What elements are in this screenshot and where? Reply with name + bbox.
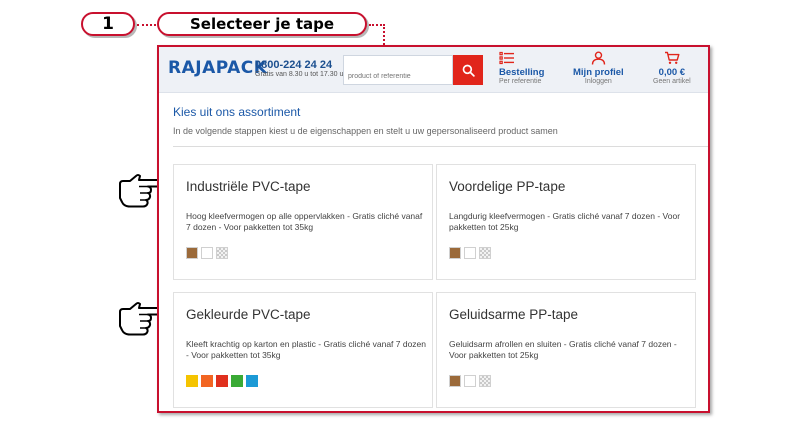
profile-label: Mijn profiel (573, 67, 624, 78)
swatch-white[interactable] (464, 375, 476, 387)
swatch-brown[interactable] (449, 247, 461, 259)
product-title[interactable]: Voordelige PP-tape (449, 179, 565, 194)
order-sub: Per referentie (499, 78, 542, 85)
phone-number: 0800-224 24 24 (255, 59, 333, 71)
user-icon (591, 51, 606, 65)
product-card-gekleurde-pvc[interactable]: Gekleurde PVC-tape Kleeft krachtig op ka… (173, 292, 433, 408)
assortment-description: In de volgende stappen kiest u de eigens… (173, 126, 558, 136)
website-screenshot: RAJAPACK 0800-224 24 24 Gratis van 8.30 … (157, 45, 710, 413)
search-input[interactable] (343, 55, 453, 85)
cart-icon (664, 51, 680, 64)
swatch-transparent[interactable] (479, 375, 491, 387)
cart-link[interactable]: 0,00 € Geen artikel (653, 51, 691, 85)
divider (173, 146, 708, 147)
swatch-yellow[interactable] (186, 375, 198, 387)
product-description: Langdurig kleefvermogen - Gratis cliché … (449, 211, 681, 232)
opening-hours: Gratis van 8.30 u tot 17.30 u (255, 71, 344, 78)
product-description: Geluidsarm afrollen en sluiten - Gratis … (449, 339, 677, 360)
product-card-geluidsarme-pp[interactable]: Geluidsarme PP-tape Geluidsarm afrollen … (436, 292, 696, 408)
color-swatches (449, 375, 491, 387)
swatch-brown[interactable] (449, 375, 461, 387)
tutorial-stage: 1 Selecteer je tape RAJAPACK 0800-224 24… (0, 0, 800, 432)
swatch-transparent[interactable] (479, 247, 491, 259)
swatch-red[interactable] (216, 375, 228, 387)
swatch-green[interactable] (231, 375, 243, 387)
list-icon (499, 51, 514, 65)
swatch-blue[interactable] (246, 375, 258, 387)
search-icon (462, 64, 475, 77)
color-swatches (449, 247, 491, 259)
order-label: Bestelling (499, 67, 545, 78)
swatch-white[interactable] (201, 247, 213, 259)
step-number-badge: 1 (81, 12, 135, 36)
assortment-heading: Kies uit ons assortiment (173, 105, 301, 119)
product-title[interactable]: Gekleurde PVC-tape (186, 307, 311, 322)
color-swatches (186, 247, 228, 259)
cart-sub: Geen artikel (653, 78, 691, 85)
product-description: Hoog kleefvermogen op alle oppervlakken … (186, 211, 423, 232)
connector-dots (137, 24, 156, 26)
order-link[interactable]: Bestelling Per referentie (499, 51, 544, 85)
swatch-white[interactable] (464, 247, 476, 259)
product-card-industriele-pvc[interactable]: Industriële PVC-tape Hoog kleefvermogen … (173, 164, 433, 280)
swatch-orange[interactable] (201, 375, 213, 387)
swatch-brown[interactable] (186, 247, 198, 259)
rajapack-logo[interactable]: RAJAPACK (168, 58, 267, 78)
product-title[interactable]: Industriële PVC-tape (186, 179, 311, 194)
cart-total: 0,00 € (658, 67, 686, 78)
connector-dots (383, 24, 385, 45)
product-description: Kleeft krachtig op karton en plastic - G… (186, 339, 427, 360)
search-button[interactable] (453, 55, 483, 85)
step-title: Selecteer je tape (157, 12, 367, 36)
product-title[interactable]: Geluidsarme PP-tape (449, 307, 578, 322)
swatch-transparent[interactable] (216, 247, 228, 259)
color-swatches (186, 375, 258, 387)
site-header: RAJAPACK 0800-224 24 24 Gratis van 8.30 … (159, 47, 708, 93)
product-card-voordelige-pp[interactable]: Voordelige PP-tape Langdurig kleefvermog… (436, 164, 696, 280)
profile-link[interactable]: Mijn profiel Inloggen (573, 51, 624, 85)
profile-sub: Inloggen (584, 78, 612, 85)
